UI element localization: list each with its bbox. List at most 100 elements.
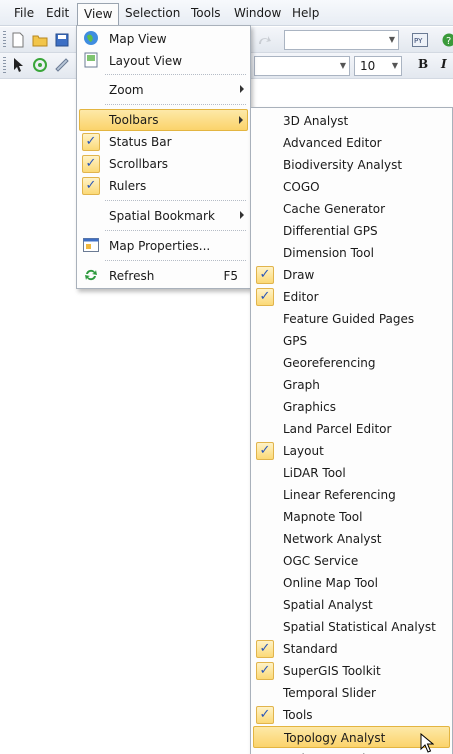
toolbars-submenu: 3D Analyst Advanced Editor Biodiversity An… <box>250 107 453 754</box>
toolbar-menu-item-differential-gps[interactable]: Differential GPS <box>253 220 450 242</box>
menu-item-label: Topology Analyst <box>284 731 386 745</box>
menu-item-label: Land Parcel Editor <box>283 422 392 436</box>
new-document-icon[interactable] <box>10 32 26 48</box>
select-arrow-icon[interactable] <box>10 57 26 73</box>
font-size-combo[interactable]: 10 ▼ <box>354 56 402 76</box>
menu-item-label: Advanced Editor <box>283 136 382 150</box>
checkmark-icon: ✓ <box>256 706 274 724</box>
menu-item-spatial-bookmark[interactable]: Spatial Bookmark <box>79 205 248 227</box>
toolbar-menu-item-georeferencing[interactable]: Georeferencing <box>253 352 450 374</box>
pan-icon[interactable] <box>32 57 48 73</box>
menu-window[interactable]: Window <box>228 5 287 23</box>
toolbar-menu-item-3d-analyst[interactable]: 3D Analyst <box>253 110 450 132</box>
menu-item-label: COGO <box>283 180 320 194</box>
checkmark-icon: ✓ <box>82 177 100 195</box>
toolbar-menu-item-online-map-tool[interactable]: Online Map Tool <box>253 572 450 594</box>
properties-icon <box>83 237 99 253</box>
toolbar-menu-item-dimension-tool[interactable]: Dimension Tool <box>253 242 450 264</box>
font-size-value: 10 <box>360 59 376 73</box>
toolbar-menu-item-advanced-editor[interactable]: Advanced Editor <box>253 132 450 154</box>
menu-item-label: Tools <box>283 708 313 722</box>
toolbar-menu-item-graph[interactable]: Graph <box>253 374 450 396</box>
toolbar-menu-item-tools[interactable]: ✓ Tools <box>253 704 450 726</box>
toolbar-menu-item-lidar-tool[interactable]: LiDAR Tool <box>253 462 450 484</box>
menu-item-label: Temporal Slider <box>283 686 376 700</box>
menu-item-map-view[interactable]: Map View <box>79 28 248 50</box>
italic-button[interactable]: I <box>441 57 447 71</box>
menu-item-label: 3D Analyst <box>283 114 349 128</box>
menu-item-toolbars[interactable]: Toolbars <box>79 109 248 131</box>
measure-icon[interactable] <box>54 57 70 73</box>
refresh-icon <box>83 267 99 283</box>
menu-item-label: OGC Service <box>283 554 359 568</box>
menu-item-label: Feature Guided Pages <box>283 312 415 326</box>
toolbar-grip[interactable] <box>3 57 6 75</box>
toolbar-menu-item-spatial-statistical-analyst[interactable]: Spatial Statistical Analyst <box>253 616 450 638</box>
submenu-arrow-icon <box>240 85 244 93</box>
menu-file[interactable]: File <box>8 5 40 23</box>
menu-item-label: Graph <box>283 378 320 392</box>
toolbar-menu-item-cogo[interactable]: COGO <box>253 176 450 198</box>
menu-item-label: GPS <box>283 334 308 348</box>
checkmark-icon: ✓ <box>82 155 100 173</box>
toolbar-menu-item-gps[interactable]: GPS <box>253 330 450 352</box>
menu-item-status-bar[interactable]: ✓ Status Bar <box>79 131 248 153</box>
menu-separator <box>105 74 246 75</box>
toolbar-menu-item-feature-guided-pages[interactable]: Feature Guided Pages <box>253 308 450 330</box>
open-folder-icon[interactable] <box>32 32 48 48</box>
menu-view[interactable]: View <box>77 3 120 26</box>
redo-icon[interactable] <box>256 32 272 48</box>
help-icon[interactable]: ? <box>441 32 453 48</box>
toolbar-grip[interactable] <box>3 31 6 49</box>
toolbar-menu-item-spatial-analyst[interactable]: Spatial Analyst <box>253 594 450 616</box>
toolbar-menu-item-mapnote-tool[interactable]: Mapnote Tool <box>253 506 450 528</box>
checkmark-icon: ✓ <box>256 442 274 460</box>
bold-button[interactable]: B <box>418 57 428 71</box>
menu-item-zoom[interactable]: Zoom <box>79 79 248 101</box>
menu-item-label: Draw <box>283 268 315 282</box>
toolbar-menu-item-layout[interactable]: ✓ Layout <box>253 440 450 462</box>
chevron-down-icon: ▼ <box>339 61 346 70</box>
scale-combo[interactable]: ▼ <box>284 30 399 50</box>
menu-edit[interactable]: Edit <box>40 5 75 23</box>
menu-item-label: Rulers <box>109 179 147 193</box>
menu-item-label: Network Analyst <box>283 532 382 546</box>
menu-item-label: Biodiversity Analyst <box>283 158 403 172</box>
globe-icon <box>83 30 99 46</box>
menu-item-label: Scrollbars <box>109 157 169 171</box>
refresh-shortcut: F5 <box>223 269 238 283</box>
menu-item-label: Map Properties... <box>109 239 211 253</box>
menu-separator <box>105 260 246 261</box>
view-menu: Map View Layout View Zoom Toolbars ✓ Sta… <box>76 25 251 289</box>
menu-item-layout-view[interactable]: Layout View <box>79 50 248 72</box>
toolbar-menu-item-network-analyst[interactable]: Network Analyst <box>253 528 450 550</box>
svg-text:PY: PY <box>414 37 423 45</box>
toolbar-menu-item-graphics[interactable]: Graphics <box>253 396 450 418</box>
toolbar-menu-item-supergis-toolkit[interactable]: ✓ SuperGIS Toolkit <box>253 660 450 682</box>
font-name-combo[interactable]: ▼ <box>254 56 350 76</box>
menu-item-label: Editor <box>283 290 319 304</box>
menu-tools[interactable]: Tools <box>185 5 227 23</box>
toolbar-menu-item-biodiversity-analyst[interactable]: Biodiversity Analyst <box>253 154 450 176</box>
menu-item-refresh[interactable]: Refresh F5 <box>79 265 248 287</box>
chevron-down-icon: ▼ <box>388 35 395 44</box>
python-icon[interactable]: PY <box>412 32 428 48</box>
layout-page-icon <box>83 52 99 68</box>
menu-item-rulers[interactable]: ✓ Rulers <box>79 175 248 197</box>
menu-selection[interactable]: Selection <box>119 5 186 23</box>
menu-item-label: Online Map Tool <box>283 576 378 590</box>
toolbar-menu-item-cache-generator[interactable]: Cache Generator <box>253 198 450 220</box>
toolbar-menu-item-land-parcel-editor[interactable]: Land Parcel Editor <box>253 418 450 440</box>
toolbar-menu-item-editor[interactable]: ✓ Editor <box>253 286 450 308</box>
menu-item-map-properties[interactable]: Map Properties... <box>79 235 248 257</box>
toolbar-menu-item-linear-referencing[interactable]: Linear Referencing <box>253 484 450 506</box>
save-icon[interactable] <box>54 32 70 48</box>
toolbar-menu-item-ogc-service[interactable]: OGC Service <box>253 550 450 572</box>
menu-item-label: LiDAR Tool <box>283 466 346 480</box>
menu-help[interactable]: Help <box>286 5 325 23</box>
submenu-arrow-icon <box>240 211 244 219</box>
toolbar-menu-item-draw[interactable]: ✓ Draw <box>253 264 450 286</box>
toolbar-menu-item-temporal-slider[interactable]: Temporal Slider <box>253 682 450 704</box>
toolbar-menu-item-standard[interactable]: ✓ Standard <box>253 638 450 660</box>
menu-item-scrollbars[interactable]: ✓ Scrollbars <box>79 153 248 175</box>
